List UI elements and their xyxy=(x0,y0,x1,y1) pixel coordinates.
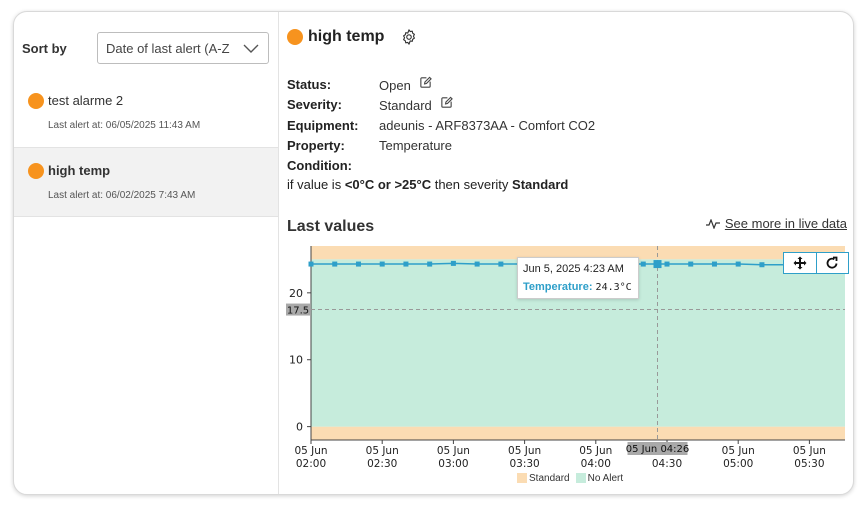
equipment-label: Equipment: xyxy=(287,118,359,133)
refresh-icon xyxy=(826,256,838,269)
data-point xyxy=(308,261,314,267)
crosshair-y-label: 17.5 xyxy=(287,306,309,317)
alerts-sidebar: Sort by Date of last alert (A-Z test ala… xyxy=(14,12,279,494)
reset-zoom-button[interactable] xyxy=(815,253,849,273)
data-point xyxy=(735,261,741,267)
x-tick-label-time: 04:00 xyxy=(581,458,611,470)
x-tick-label-date: 05 Jun xyxy=(508,445,541,457)
chevron-down-icon xyxy=(242,41,260,55)
data-point xyxy=(711,261,717,267)
alert-last-time: Last alert at: 06/02/2025 7:43 AM xyxy=(48,190,196,201)
legend-item-standard: Standard xyxy=(517,473,570,484)
condition-text: if value is <0°C or >25°C then severity … xyxy=(287,177,568,192)
severity-label: Severity: xyxy=(287,97,342,112)
y-tick-label: 0 xyxy=(296,421,303,434)
tooltip-value: 24.3°C xyxy=(595,282,632,293)
gear-icon[interactable] xyxy=(400,28,418,46)
live-data-link-label: See more in live data xyxy=(724,216,847,231)
x-tick-label-date: 05 Jun xyxy=(793,445,826,457)
data-point xyxy=(403,261,409,267)
condition-label: Condition: xyxy=(287,158,352,173)
y-tick-label: 10 xyxy=(289,354,303,367)
data-point xyxy=(498,261,504,267)
x-tick-label-date: 05 Jun xyxy=(294,445,327,457)
alert-name: test alarme 2 xyxy=(48,93,124,108)
data-point xyxy=(688,261,694,267)
status-label: Status: xyxy=(287,77,332,92)
condition-middle: then severity xyxy=(431,177,513,192)
property-value: Temperature xyxy=(379,138,452,153)
band-standard xyxy=(311,426,845,440)
page-title: high temp xyxy=(308,28,385,45)
last-values-title: Last values xyxy=(287,218,375,235)
move-arrows-icon xyxy=(793,256,807,270)
chart-toolbar xyxy=(783,252,849,274)
x-tick-label-time: 02:30 xyxy=(367,458,397,470)
data-point xyxy=(355,261,361,267)
data-point xyxy=(759,262,765,268)
x-tick-label-time: 02:00 xyxy=(296,458,326,470)
data-point xyxy=(450,260,456,266)
severity-value: Standard xyxy=(379,98,432,113)
alert-detail: high temp Status: Open Severity: Standar… xyxy=(279,12,853,494)
edit-status-icon[interactable] xyxy=(419,76,432,89)
x-tick-label-time: 03:00 xyxy=(438,458,468,470)
status-dot-icon xyxy=(28,93,44,109)
condition-severity: Standard xyxy=(512,177,569,192)
condition-prefix: if value is xyxy=(287,177,345,192)
legend-swatch xyxy=(517,473,527,484)
x-tick-label-date: 05 Jun xyxy=(722,445,755,457)
equipment-value: adeunis - ARF8373AA - Comfort CO2 xyxy=(379,118,596,133)
alert-name: high temp xyxy=(48,163,111,178)
alerts-card: Sort by Date of last alert (A-Z test ala… xyxy=(13,11,854,495)
sort-select[interactable]: Date of last alert (A-Z xyxy=(97,32,269,64)
pan-button[interactable] xyxy=(784,253,816,273)
status-dot-icon xyxy=(28,163,44,179)
condition-range: <0°C or >25°C xyxy=(344,177,432,192)
alert-last-time: Last alert at: 06/05/2025 11:43 AM xyxy=(48,120,201,131)
chart-legend: Standard No Alert xyxy=(517,473,623,484)
legend-label: Standard xyxy=(529,473,570,484)
data-point xyxy=(640,261,646,267)
tooltip-date: Jun 5, 2025 4:23 AM xyxy=(523,263,624,275)
legend-item-no-alert: No Alert xyxy=(575,473,624,484)
status-dot-icon xyxy=(287,29,303,45)
legend-swatch xyxy=(575,473,586,484)
x-tick-label-date: 05 Jun xyxy=(366,445,399,457)
tooltip-series-label: Temperature: xyxy=(523,281,593,293)
edit-severity-icon[interactable] xyxy=(440,96,453,109)
x-tick-label-time: 04:30 xyxy=(652,458,682,470)
status-value: Open xyxy=(379,78,411,93)
legend-label: No Alert xyxy=(587,473,624,484)
x-tick-label-date: 05 Jun xyxy=(437,445,470,457)
data-point xyxy=(427,261,433,267)
data-point xyxy=(332,261,338,267)
live-data-link[interactable]: See more in live data xyxy=(705,216,847,231)
pulse-icon xyxy=(705,218,720,229)
data-point xyxy=(379,261,385,267)
data-point xyxy=(653,260,662,269)
alert-list-item[interactable]: high temp Last alert at: 06/02/2025 7:43… xyxy=(14,148,278,217)
data-point xyxy=(664,261,670,267)
property-label: Property: xyxy=(287,138,345,153)
x-tick-label-time: 05:30 xyxy=(794,458,824,470)
alert-list-item[interactable]: test alarme 2 Last alert at: 06/05/2025 … xyxy=(14,79,278,148)
x-tick-label-time: 03:30 xyxy=(509,458,539,470)
sort-select-value: Date of last alert (A-Z xyxy=(106,41,230,56)
sort-label: Sort by xyxy=(22,41,67,56)
crosshair-x-label: 05 Jun 04:26 xyxy=(626,444,690,455)
chart-tooltip: Jun 5, 2025 4:23 AM Temperature: 24.3°C xyxy=(517,257,639,299)
y-tick-label: 20 xyxy=(289,287,303,300)
data-point xyxy=(474,261,480,267)
x-tick-label-time: 05:00 xyxy=(723,458,753,470)
x-tick-label-date: 05 Jun xyxy=(579,445,612,457)
